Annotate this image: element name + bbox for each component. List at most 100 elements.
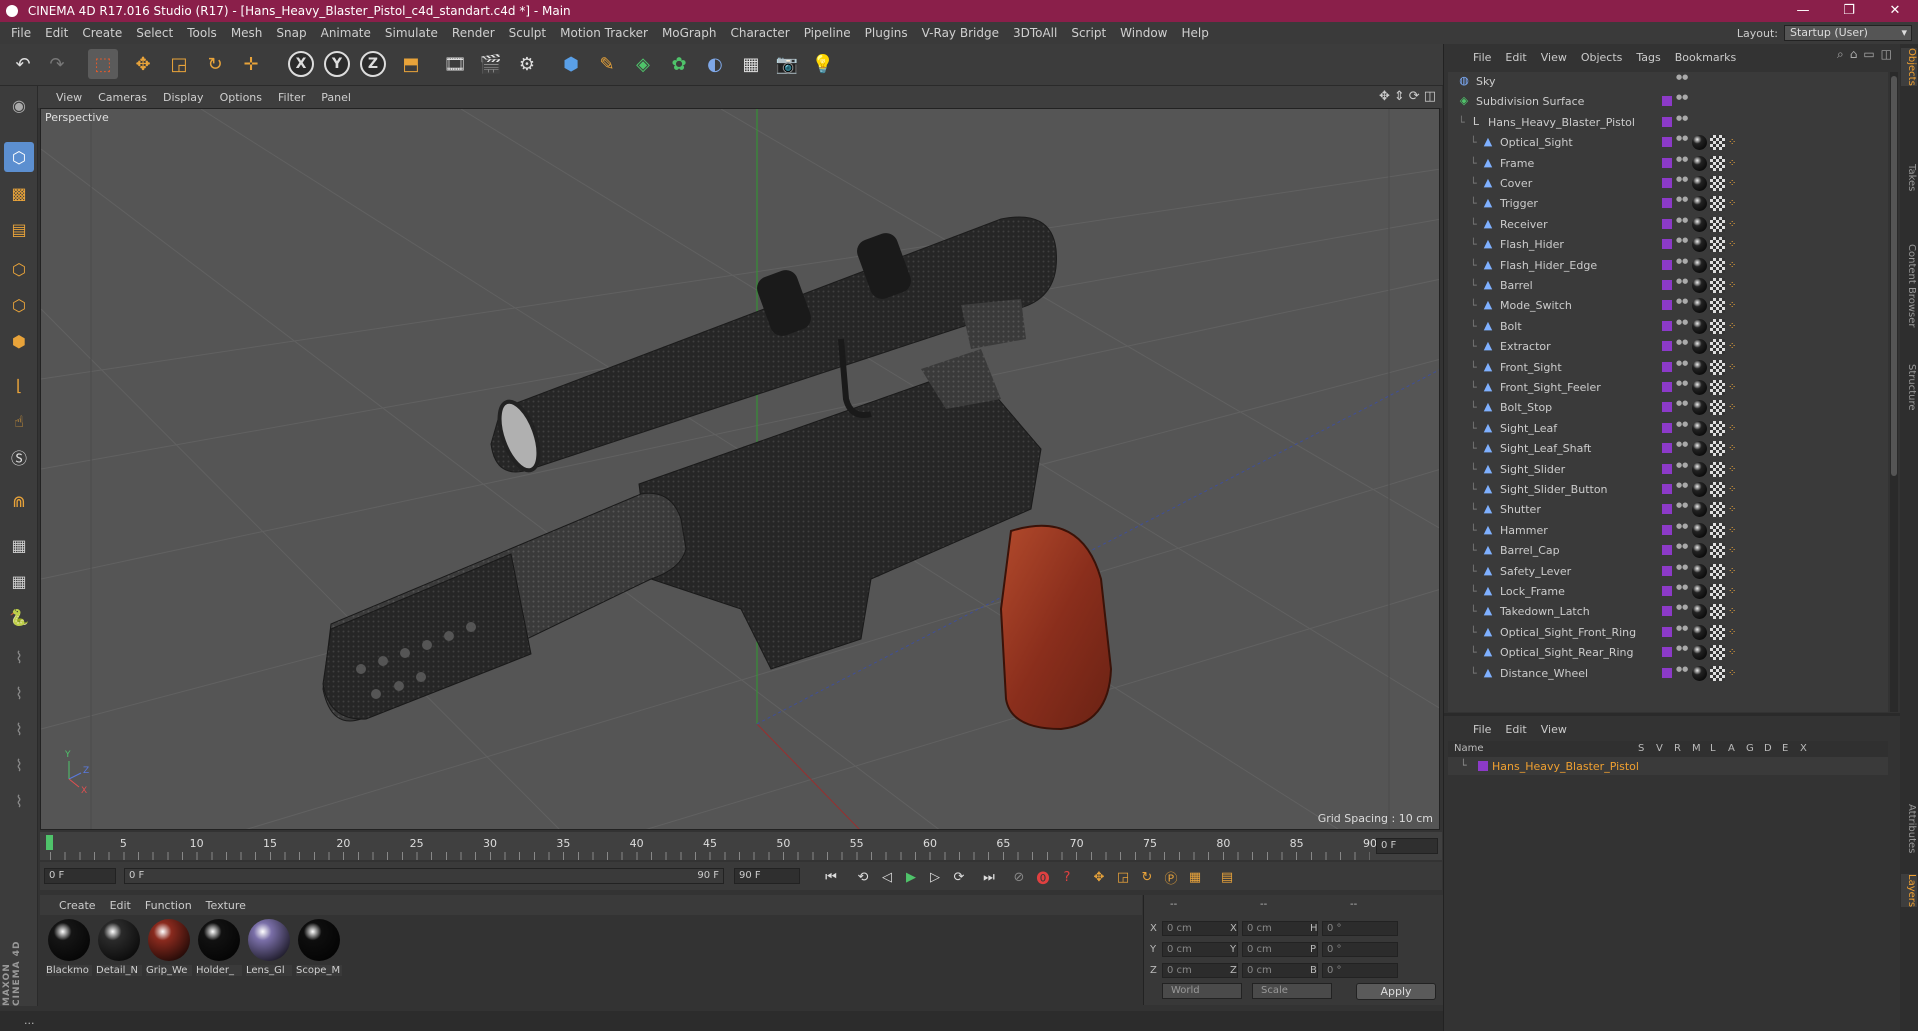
paint-tool-icon[interactable]: ⌇ bbox=[4, 750, 34, 780]
layer-column-m[interactable]: M bbox=[1692, 743, 1701, 754]
menu-plugins[interactable]: Plugins bbox=[858, 26, 915, 40]
coord-value-field[interactable]: 0 ° bbox=[1322, 942, 1398, 957]
render-view-icon[interactable]: 🎞 bbox=[440, 49, 470, 79]
object-row[interactable]: └ ▲ Bolt_Stop ●● ⁘ bbox=[1448, 398, 1888, 418]
object-row[interactable]: └ ▲ Hammer ●● ⁘ bbox=[1448, 521, 1888, 541]
solo-mode-icon[interactable]: Ⓢ bbox=[4, 442, 34, 472]
visibility-toggle[interactable]: ●● bbox=[1676, 257, 1688, 265]
material-tag-icon[interactable] bbox=[1692, 665, 1707, 681]
object-row[interactable]: └ ▲ Barrel ●● ⁘ bbox=[1448, 276, 1888, 296]
menu-3dtoall[interactable]: 3DToAll bbox=[1006, 26, 1064, 40]
maximize-view-icon[interactable]: ◫ bbox=[1424, 89, 1436, 104]
uvw-tag-icon[interactable] bbox=[1710, 461, 1725, 477]
workplane-mode-icon[interactable]: ▤ bbox=[4, 214, 34, 244]
floor-scene-icon[interactable]: ▦ bbox=[736, 49, 766, 79]
menu-help[interactable]: Help bbox=[1174, 26, 1215, 40]
uvw-tag-icon[interactable] bbox=[1710, 318, 1725, 334]
coord-value-field[interactable]: 0 cm bbox=[1162, 942, 1238, 957]
move-icon[interactable]: ✥ bbox=[128, 49, 158, 79]
phong-tag-icon[interactable]: ⁘ bbox=[1728, 339, 1743, 354]
uvw-tag-icon[interactable] bbox=[1710, 400, 1725, 416]
uvw-tag-icon[interactable] bbox=[1710, 298, 1725, 314]
phong-tag-icon[interactable]: ⁘ bbox=[1728, 441, 1743, 456]
layer-color-swatch[interactable] bbox=[1662, 116, 1672, 127]
coord-value-field[interactable]: 0 ° bbox=[1322, 921, 1398, 936]
uvw-tag-icon[interactable] bbox=[1710, 543, 1725, 559]
timeline-ruler[interactable]: 051015202530354045505560657075808590 0 F bbox=[40, 832, 1442, 860]
layer-column-s[interactable]: S bbox=[1638, 743, 1644, 754]
uvw-tag-icon[interactable] bbox=[1710, 278, 1725, 293]
workplane-lock-icon[interactable]: ▦ bbox=[4, 530, 34, 560]
python-icon[interactable]: 🐍 bbox=[4, 602, 34, 632]
redo-icon[interactable]: ↷ bbox=[42, 49, 72, 79]
object-row[interactable]: ◍ Sky ●● bbox=[1448, 72, 1888, 92]
layer-color-swatch[interactable] bbox=[1662, 178, 1672, 188]
object-row[interactable]: └ ▲ Flash_Hider_Edge ●● ⁘ bbox=[1448, 256, 1888, 276]
uvw-tag-icon[interactable] bbox=[1710, 135, 1725, 151]
material-tag-icon[interactable] bbox=[1692, 624, 1707, 640]
side-tab-content-browser[interactable]: Content Browser bbox=[1901, 244, 1917, 327]
material-tag-icon[interactable] bbox=[1692, 216, 1707, 232]
visibility-toggle[interactable]: ●● bbox=[1676, 400, 1688, 407]
material-tag-icon[interactable] bbox=[1692, 543, 1707, 559]
visibility-toggle[interactable]: ●● bbox=[1676, 339, 1688, 346]
viewport-menu-display[interactable]: Display bbox=[155, 91, 212, 104]
object-row[interactable]: └ ▲ Trigger ●● ⁘ bbox=[1448, 194, 1888, 214]
goto-start-icon[interactable]: ⏮ bbox=[820, 866, 842, 888]
phong-tag-icon[interactable]: ⁘ bbox=[1728, 523, 1743, 538]
visibility-toggle[interactable]: ●● bbox=[1676, 461, 1688, 469]
material-tag-icon[interactable] bbox=[1692, 604, 1707, 620]
material-item[interactable]: Scope_M bbox=[296, 919, 342, 976]
coord-value-field[interactable]: 0 cm bbox=[1242, 942, 1318, 957]
object-row[interactable]: └ ▲ Extractor ●● ⁘ bbox=[1448, 337, 1888, 357]
visibility-toggle[interactable]: ●● bbox=[1676, 359, 1688, 367]
deformer-icon[interactable]: ◐ bbox=[700, 49, 730, 79]
menu-v-ray-bridge[interactable]: V-Ray Bridge bbox=[915, 26, 1006, 40]
layer-color-swatch[interactable] bbox=[1662, 443, 1672, 454]
viewport-menu-panel[interactable]: Panel bbox=[313, 91, 359, 104]
visibility-toggle[interactable]: ●● bbox=[1676, 74, 1688, 81]
phong-tag-icon[interactable]: ⁘ bbox=[1728, 278, 1743, 293]
render-settings-icon[interactable]: ⚙ bbox=[512, 49, 542, 79]
material-tag-icon[interactable] bbox=[1692, 482, 1707, 497]
visibility-toggle[interactable]: ●● bbox=[1676, 176, 1688, 183]
side-tab-attributes[interactable]: Attributes bbox=[1901, 804, 1917, 853]
uvw-tag-icon[interactable] bbox=[1710, 502, 1725, 518]
object-list-scrollbar[interactable] bbox=[1890, 72, 1898, 712]
material-tag-icon[interactable] bbox=[1692, 522, 1707, 538]
visibility-toggle[interactable]: ●● bbox=[1676, 543, 1688, 550]
material-tag-icon[interactable] bbox=[1692, 584, 1707, 599]
layer-column-x[interactable]: X bbox=[1800, 743, 1807, 754]
object-row[interactable]: └ ▲ Barrel_Cap ●● ⁘ bbox=[1448, 541, 1888, 561]
menu-file[interactable]: File bbox=[4, 26, 38, 40]
object-menu-file[interactable]: File bbox=[1466, 51, 1498, 64]
rotate-icon[interactable]: ↻ bbox=[200, 49, 230, 79]
object-row[interactable]: └ ▲ Frame ●● ⁘ bbox=[1448, 154, 1888, 174]
object-row[interactable]: └ ▲ Lock_Frame ●● ⁘ bbox=[1448, 582, 1888, 602]
object-row[interactable]: └ ▲ Shutter ●● ⁘ bbox=[1448, 500, 1888, 520]
layer-color-swatch[interactable] bbox=[1662, 626, 1672, 637]
scale-icon[interactable]: ◲ bbox=[164, 49, 194, 79]
layer-color-swatch[interactable] bbox=[1662, 259, 1672, 270]
live-selection-icon[interactable]: ⬚ bbox=[88, 49, 118, 79]
viewport-menu-cameras[interactable]: Cameras bbox=[90, 91, 155, 104]
material-tag-icon[interactable] bbox=[1692, 359, 1707, 375]
material-menu-edit[interactable]: Edit bbox=[103, 899, 138, 912]
phong-tag-icon[interactable]: ⁘ bbox=[1728, 604, 1743, 619]
uvw-tag-icon[interactable] bbox=[1710, 441, 1725, 457]
object-menu-view[interactable]: View bbox=[1534, 51, 1574, 64]
layer-color-swatch[interactable] bbox=[1662, 463, 1672, 474]
layer-color-swatch[interactable] bbox=[1662, 157, 1672, 168]
next-key-icon[interactable]: ⟳ bbox=[948, 866, 970, 888]
object-row[interactable]: └ ▲ Sight_Leaf_Shaft ●● ⁘ bbox=[1448, 439, 1888, 459]
layer-column-v[interactable]: V bbox=[1656, 743, 1663, 754]
uvw-tag-icon[interactable] bbox=[1710, 257, 1725, 273]
layer-color-swatch[interactable] bbox=[1662, 218, 1672, 229]
layer-menu-edit[interactable]: Edit bbox=[1498, 723, 1533, 736]
object-row[interactable]: └ L Hans_Heavy_Blaster_Pistol ●● bbox=[1448, 113, 1888, 133]
material-menu-create[interactable]: Create bbox=[52, 899, 103, 912]
visibility-toggle[interactable]: ●● bbox=[1676, 114, 1688, 122]
material-tag-icon[interactable] bbox=[1692, 380, 1707, 395]
phong-tag-icon[interactable]: ⁘ bbox=[1728, 380, 1743, 395]
timeline-window-icon[interactable]: ▤ bbox=[1216, 866, 1238, 888]
